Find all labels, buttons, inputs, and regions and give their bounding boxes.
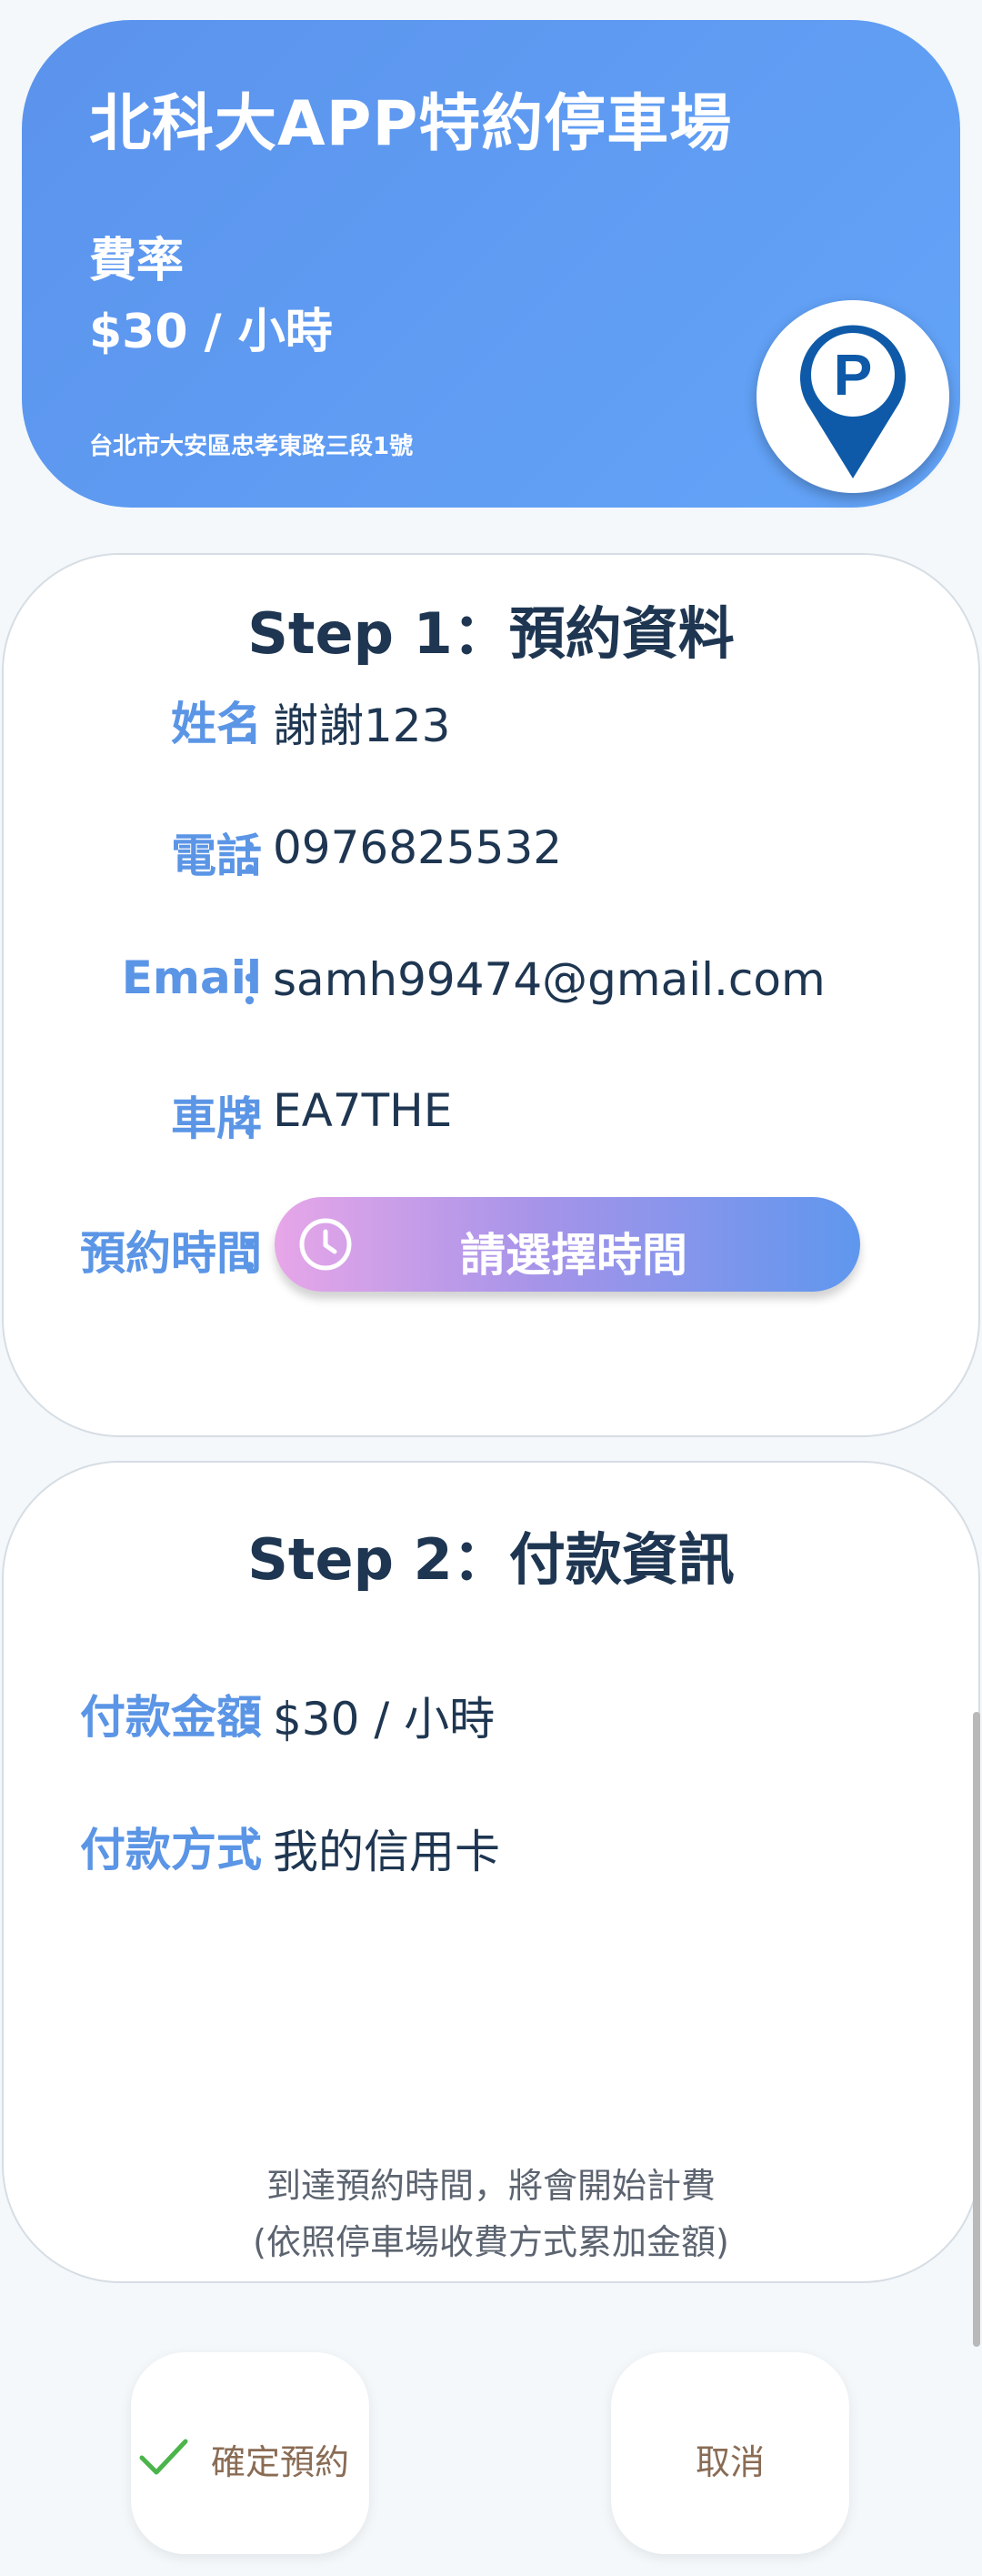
step1-title: Step 1：預約資料: [247, 600, 735, 667]
parking-logo-letter: P: [834, 342, 873, 408]
cancel-button[interactable]: 取消: [611, 2352, 849, 2554]
billing-notice-line1: 到達預約時間，將會開始計費: [266, 2166, 716, 2206]
plate-value: EA7THE: [273, 1084, 453, 1137]
reservation-info-card: Step 1：預約資料 姓名 ： 謝謝123 電話 ： 0976825532 E…: [2, 553, 980, 1437]
select-time-button[interactable]: 請選擇時間: [275, 1197, 860, 1292]
name-value: 謝謝123: [273, 699, 451, 752]
name-row: 姓名 ： 謝謝123: [4, 688, 978, 752]
email-value: samh99474@gmail.com: [273, 953, 826, 1006]
parking-pin-icon: P: [757, 300, 949, 493]
scrollbar[interactable]: [973, 1712, 980, 2347]
payment-method-value: 我的信用卡: [273, 1826, 500, 1878]
cancel-label: 取消: [695, 2442, 765, 2482]
phone-row: 電話 ： 0976825532: [4, 820, 978, 883]
payment-method-row: 付款方式 ： 我的信用卡: [4, 1814, 978, 1878]
confirm-reservation-button[interactable]: 確定預約: [131, 2352, 369, 2554]
plate-row: 車牌 ： EA7THE: [4, 1082, 978, 1146]
phone-value: 0976825532: [273, 821, 563, 874]
payment-amount-row: 付款金額 ： $30 / 小時: [4, 1681, 978, 1746]
confirm-reservation-label: 確定預約: [211, 2442, 350, 2482]
payment-info-card: Step 2：付款資訊 付款金額 ： $30 / 小時 付款方式 ： 我的信用卡…: [2, 1461, 980, 2283]
billing-notice-line2: (依照停車場收費方式累加金額): [253, 2222, 729, 2262]
billing-notice: 到達預約時間，將會開始計費 (依照停車場收費方式累加金額): [4, 2158, 978, 2270]
checkmark-icon: [139, 2439, 188, 2475]
payment-amount-value: $30 / 小時: [273, 1693, 496, 1746]
reservation-time-label: 預約時間: [80, 1227, 262, 1280]
payment-method-label: 付款方式: [80, 1824, 262, 1877]
parking-lot-address: 台北市大安區忠孝東路三段1號: [89, 433, 414, 460]
parking-lot-title: 北科大APP特約停車場: [89, 88, 733, 160]
payment-amount-label: 付款金額: [80, 1691, 262, 1744]
rate-label: 費率: [89, 234, 185, 288]
rate-value: $30 / 小時: [89, 305, 333, 359]
email-row: Email ： samh99474@gmail.com: [4, 951, 978, 1015]
select-time-label: 請選擇時間: [460, 1229, 687, 1282]
step2-title: Step 2：付款資訊: [247, 1526, 735, 1593]
